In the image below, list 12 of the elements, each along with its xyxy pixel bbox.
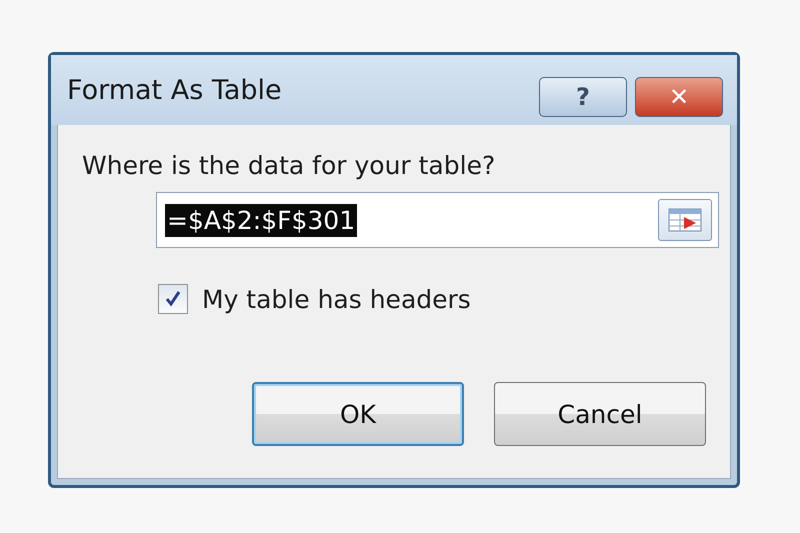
check-icon	[163, 289, 183, 309]
checkbox-label[interactable]: My table has headers	[202, 284, 471, 314]
range-picker-icon	[668, 208, 702, 232]
help-button[interactable]: ?	[539, 77, 627, 117]
collapse-dialog-button[interactable]	[658, 199, 712, 241]
cancel-button[interactable]: Cancel	[494, 382, 706, 446]
headers-checkbox[interactable]	[158, 284, 188, 314]
window-title: Format As Table	[67, 74, 282, 106]
range-prompt: Where is the data for your table?	[82, 151, 496, 180]
range-field[interactable]: =$A$2:$F$301	[156, 192, 719, 248]
ok-button[interactable]: OK	[252, 382, 464, 446]
range-value: =$A$2:$F$301	[165, 204, 358, 236]
